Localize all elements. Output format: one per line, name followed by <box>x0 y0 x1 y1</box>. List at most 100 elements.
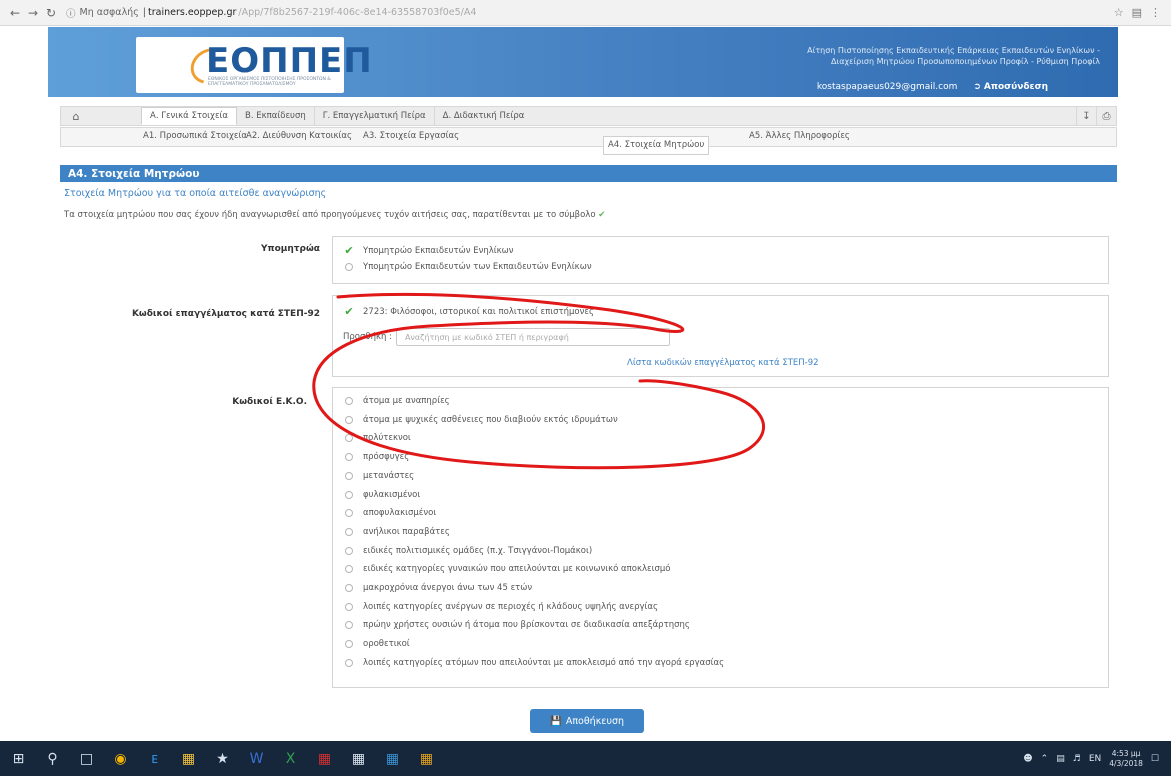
eko-option[interactable]: μετανάστες <box>343 471 414 481</box>
app-header: ΕΟΠΠΕΠ ΕΘΝΙΚΟΣ ΟΡΓΑΝΙΣΜΟΣ ΠΙΣΤΟΠΟΙΗΣΗΣ Π… <box>48 27 1118 97</box>
eko-option[interactable]: αποφυλακισμένοι <box>343 508 436 518</box>
forward-icon[interactable]: → <box>24 4 42 22</box>
radio-button[interactable] <box>345 434 353 443</box>
save-button[interactable]: 💾 Αποθήκευση <box>530 709 644 733</box>
subregistries-panel: ✔ Υπομητρώο Εκπαιδευτών Ενηλίκων Υπομητρ… <box>332 236 1109 284</box>
excel-icon[interactable]: X <box>275 747 306 771</box>
reload-icon[interactable]: ↻ <box>42 4 60 22</box>
section-info: Τα στοιχεία μητρώου που σας έχουν ήδη αν… <box>64 210 606 220</box>
url-path: /App/7f8b2567-219f-406c-8e14-63558703f0e… <box>238 7 477 18</box>
volume-icon[interactable]: ♬ <box>1073 754 1081 764</box>
subregistry-option-adult[interactable]: ✔ Υπομητρώο Εκπαιδευτών Ενηλίκων <box>343 244 513 257</box>
eko-option[interactable]: πολύτεκνοι <box>343 433 411 443</box>
radio-button[interactable] <box>345 658 353 667</box>
steps-search-input[interactable]: Αναζήτηση με κωδικό ΣΤΕΠ ή περιγραφή <box>395 328 670 346</box>
radio-button[interactable] <box>345 263 353 271</box>
section-title: Α4. Στοιχεία Μητρώου <box>60 165 1117 182</box>
logo-subtitle: ΕΘΝΙΚΟΣ ΟΡΓΑΝΙΣΜΟΣ ΠΙΣΤΟΠΟΙΗΣΗΣ ΠΡΟΣΟΝΤΩ… <box>208 77 331 87</box>
word-icon[interactable]: W <box>241 747 272 771</box>
chrome-icon[interactable]: ◉ <box>105 747 136 771</box>
radio-button[interactable] <box>345 640 353 649</box>
radio-button[interactable] <box>345 415 353 424</box>
home-icon[interactable]: ⌂ <box>61 107 91 125</box>
radio-button[interactable] <box>345 490 353 499</box>
logo: ΕΟΠΠΕΠ ΕΘΝΙΚΟΣ ΟΡΓΑΝΙΣΜΟΣ ΠΙΣΤΟΠΟΙΗΣΗΣ Π… <box>136 37 372 93</box>
app-icon[interactable]: ★ <box>207 747 238 771</box>
chevron-up-icon[interactable]: ⌃ <box>1041 754 1049 764</box>
tab-work-experience[interactable]: Γ. Επαγγελματική Πείρα <box>315 107 435 125</box>
pdf-icon[interactable]: ▦ <box>309 747 340 771</box>
search-icon[interactable]: ⚲ <box>37 747 68 771</box>
steps-panel: ✔ 2723: Φιλόσοφοι, ιστορικοί και πολιτικ… <box>332 295 1109 377</box>
people-icon[interactable]: ☻ <box>1023 754 1032 764</box>
radio-button[interactable] <box>345 471 353 480</box>
back-icon[interactable]: ← <box>6 4 24 22</box>
user-email: kostaspapaeus029@gmail.com <box>816 82 958 92</box>
eko-option[interactable]: πρόσφυγες <box>343 452 409 462</box>
star-icon[interactable]: ☆ <box>1114 6 1124 19</box>
eko-option[interactable]: ειδικές πολιτισμικές ομάδες (π.χ. Τσιγγά… <box>343 546 592 556</box>
browser-toolbar: ← → ↻ ⓘ Μη ασφαλής | trainers.eoppep.gr … <box>0 0 1171 26</box>
eko-option[interactable]: πρώην χρήστες ουσιών ή άτομα που βρίσκον… <box>343 620 690 630</box>
eko-option[interactable]: μακροχρόνια άνεργοι άνω των 45 ετών <box>343 583 532 593</box>
tab-education[interactable]: Β. Εκπαίδευση <box>237 107 315 125</box>
eko-option[interactable]: ανήλικοι παραβάτες <box>343 527 450 537</box>
steps-list-link[interactable]: Λίστα κωδικών επαγγέλματος κατά ΣΤΕΠ-92 <box>627 358 819 368</box>
url-host: trainers.eoppep.gr <box>148 7 237 18</box>
extensions-icon[interactable]: ▤ <box>1132 6 1142 19</box>
steps-selected-code[interactable]: ✔ 2723: Φιλόσοφοι, ιστορικοί και πολιτικ… <box>343 305 594 318</box>
steps-add-row: Προσθήκη : Αναζήτηση με κωδικό ΣΤΕΠ ή πε… <box>343 328 670 346</box>
radio-button[interactable] <box>345 621 353 630</box>
eko-option[interactable]: λοιπές κατηγορίες ανέργων σε περιοχές ή … <box>343 602 658 612</box>
notifications-icon[interactable]: ☐ <box>1151 754 1159 764</box>
print-icon[interactable]: ⎙ <box>1096 107 1116 125</box>
user-info: kostaspapaeus029@gmail.com ➲ Αποσύνδεση <box>817 82 1048 92</box>
info-icon: ⓘ <box>66 8 76 20</box>
clock[interactable]: 4:53 μμ 4/3/2018 <box>1109 749 1143 769</box>
radio-button[interactable] <box>345 584 353 592</box>
network-icon[interactable]: ▤ <box>1056 754 1065 764</box>
subtab-address[interactable]: Α2. Διεύθυνση Κατοικίας <box>246 131 352 141</box>
radio-button[interactable] <box>345 453 353 462</box>
check-icon: ✔ <box>344 244 354 257</box>
tab-teaching-experience[interactable]: Δ. Διδακτική Πείρα <box>435 107 533 125</box>
download-icon[interactable]: ↧ <box>1076 107 1096 125</box>
calculator-icon[interactable]: ▦ <box>343 747 374 771</box>
radio-button[interactable] <box>345 602 353 611</box>
logo-text: ΕΟΠΠΕΠ <box>206 41 373 81</box>
main-tabs: ⌂ Α. Γενικά Στοιχεία Β. Εκπαίδευση Γ. Επ… <box>60 106 1117 126</box>
logout-button[interactable]: ➲ Αποσύνδεση <box>973 82 1048 92</box>
header-title: Αίτηση Πιστοποίησης Εκπαιδευτικής Επάρκε… <box>807 46 1100 66</box>
task-view-icon[interactable]: □ <box>71 747 102 771</box>
eko-option[interactable]: λοιπές κατηγορίες ατόμων που απειλούνται… <box>343 658 724 668</box>
radio-button[interactable] <box>345 546 353 555</box>
eko-option[interactable]: φυλακισμένοι <box>343 490 420 500</box>
eko-option[interactable]: άτομα με αναπηρίες <box>343 396 450 406</box>
file-explorer-icon[interactable]: ▦ <box>173 747 204 771</box>
subtab-personal[interactable]: Α1. Προσωπικά Στοιχεία <box>143 131 247 141</box>
eko-option[interactable]: ειδικές κατηγορίες γυναικών που απειλούν… <box>343 564 670 574</box>
radio-button[interactable] <box>345 527 353 536</box>
add-label: Προσθήκη : <box>343 332 392 342</box>
address-bar[interactable]: ⓘ Μη ασφαλής | trainers.eoppep.gr /App/7… <box>66 4 766 22</box>
radio-button[interactable] <box>345 397 353 405</box>
edge-icon[interactable]: ᴇ <box>139 747 170 771</box>
eko-option[interactable]: άτομα με ψυχικές ασθένειες που διαβιούν … <box>343 415 618 425</box>
menu-icon[interactable]: ⋮ <box>1150 6 1161 19</box>
eko-option[interactable]: οροθετικοί <box>343 639 410 649</box>
photos-icon[interactable]: ▦ <box>377 747 408 771</box>
store-icon[interactable]: ▦ <box>411 747 442 771</box>
language-indicator[interactable]: EN <box>1089 754 1101 764</box>
radio-button[interactable] <box>345 565 353 574</box>
check-icon: ✔ <box>344 305 354 318</box>
radio-button[interactable] <box>345 509 353 518</box>
subtab-other[interactable]: Α5. Άλλες Πληροφορίες <box>749 131 850 141</box>
security-label: Μη ασφαλής <box>79 7 139 18</box>
subtab-registry[interactable]: Α4. Στοιχεία Μητρώου <box>603 136 710 155</box>
eko-label: Κωδικοί Ε.Κ.Ο. <box>232 397 307 407</box>
tab-general[interactable]: Α. Γενικά Στοιχεία <box>141 107 238 125</box>
subregistry-option-trainers[interactable]: Υπομητρώο Εκπαιδευτών των Εκπαιδευτών Εν… <box>343 262 592 272</box>
subregistries-label: Υπομητρώα <box>260 244 320 254</box>
windows-start-icon[interactable]: ⊞ <box>3 747 34 771</box>
subtab-work[interactable]: Α3. Στοιχεία Εργασίας <box>363 131 459 141</box>
